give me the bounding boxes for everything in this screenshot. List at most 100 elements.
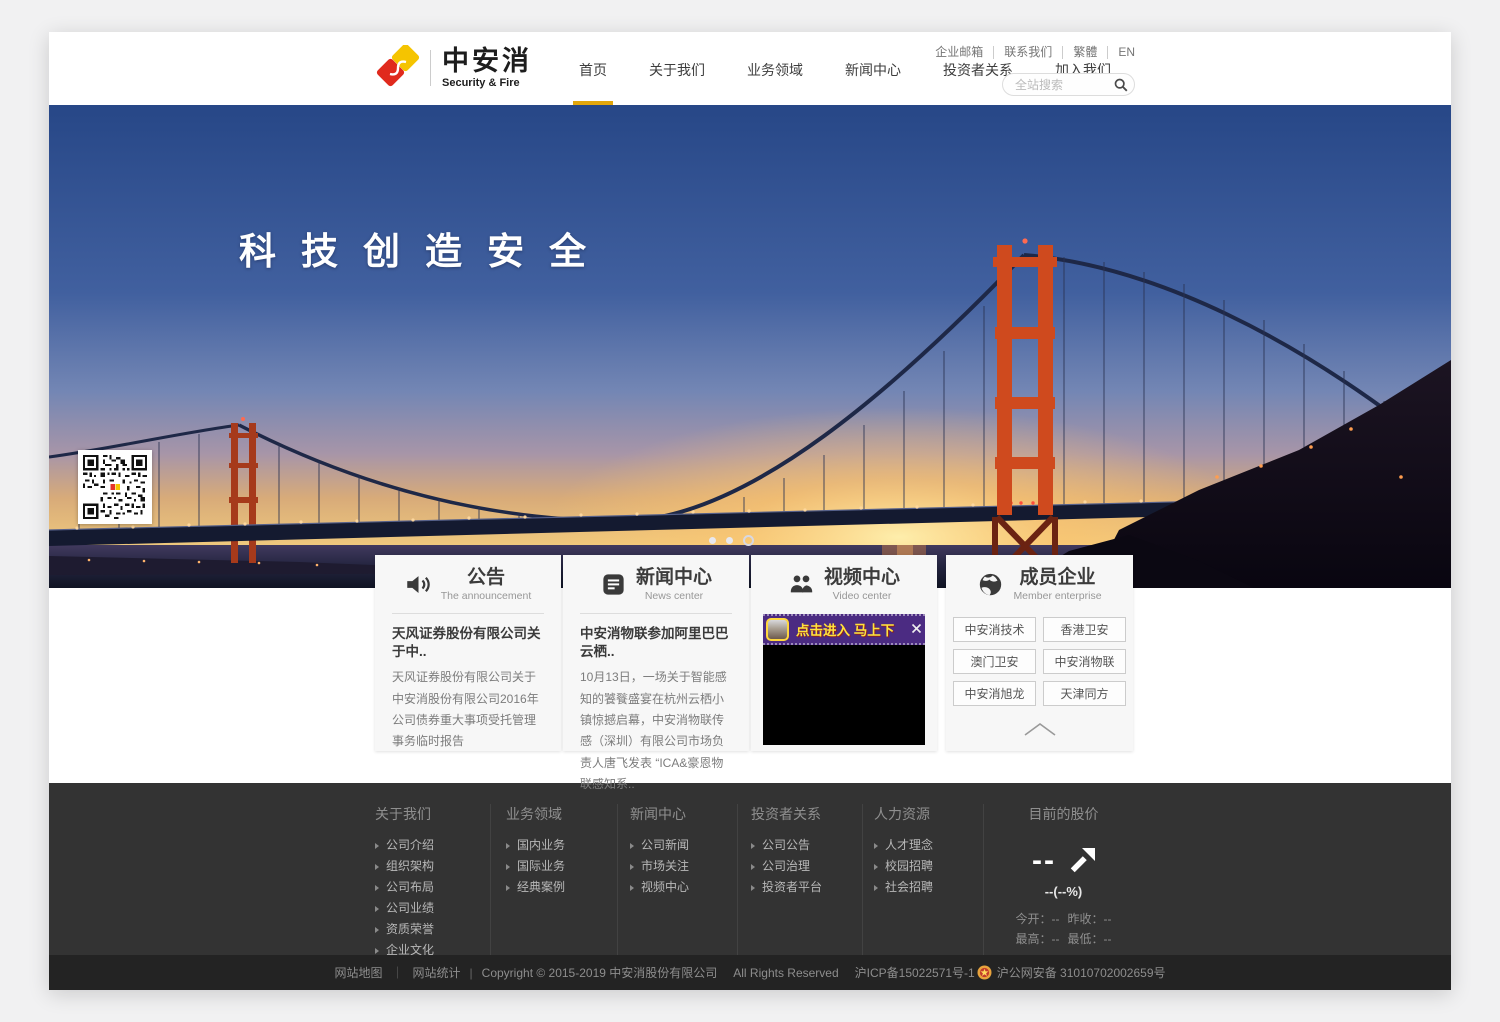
footer-link[interactable]: 经典案例 <box>506 877 617 898</box>
arrow-bullet-icon <box>874 843 878 849</box>
globe-icon <box>977 571 1004 598</box>
link-contact-us[interactable]: 联系我们 <box>994 46 1063 59</box>
arrow-bullet-icon <box>506 864 510 870</box>
stock-open: 今开：-- <box>1016 912 1060 926</box>
footer-link[interactable]: 校园招聘 <box>874 856 983 877</box>
search-input[interactable] <box>1003 78 1108 92</box>
footer-link[interactable]: 公司布局 <box>375 877 490 898</box>
member-company-button[interactable]: 香港卫安 <box>1043 617 1126 642</box>
carousel-dot-1[interactable] <box>709 537 716 544</box>
stock-price: -- <box>1032 846 1056 876</box>
arrow-bullet-icon <box>506 843 510 849</box>
site-stats-link[interactable]: 网站统计 <box>413 964 461 981</box>
member-company-button[interactable]: 天津同方 <box>1043 681 1126 706</box>
news-headline[interactable]: 中安消物联参加阿里巴巴云栖.. <box>580 625 732 661</box>
arrow-bullet-icon <box>375 843 379 849</box>
footer-link[interactable]: 企业文化 <box>375 940 490 955</box>
brand-tagline: Security & Fire <box>442 77 532 89</box>
arrow-bullet-icon <box>375 948 379 954</box>
chevron-up-icon[interactable] <box>1022 721 1058 737</box>
footer-link[interactable]: 公司新闻 <box>630 835 737 856</box>
stock-high: 最高：-- <box>1016 932 1060 946</box>
ad-text: 点击进入 马上下 <box>796 619 894 639</box>
brand-divider <box>430 50 431 86</box>
nav-item-news[interactable]: 新闻中心 <box>839 32 907 105</box>
member-company-button[interactable]: 中安消旭龙 <box>953 681 1036 706</box>
stock-change: --(--%) <box>984 884 1143 899</box>
news-title: 新闻中心 <box>636 568 712 589</box>
footer-link[interactable]: 组织架构 <box>375 856 490 877</box>
nav-item-business[interactable]: 业务领域 <box>741 32 809 105</box>
site-search <box>1002 73 1135 96</box>
footer-col-business: 业务领域 国内业务 国际业务 经典案例 <box>490 804 617 955</box>
news-icon <box>600 571 627 598</box>
brand-logo[interactable]: 中安消 Security & Fire <box>375 45 532 91</box>
members-card: 成员企业 Member enterprise 中安消技术 香港卫安 澳门卫安 中… <box>946 555 1133 751</box>
arrow-bullet-icon <box>874 864 878 870</box>
footer-link[interactable]: 公司业绩 <box>375 898 490 919</box>
police-registration-link[interactable]: 沪公网安备 31010702002659号 <box>997 964 1166 981</box>
icp-license-link[interactable]: 沪ICP备15022571号-1 <box>855 964 975 981</box>
police-badge-icon <box>977 965 992 980</box>
footer-link[interactable]: 市场关注 <box>630 856 737 877</box>
stock-title: 目前的股价 <box>984 804 1143 824</box>
footer-link[interactable]: 视频中心 <box>630 877 737 898</box>
footer-link[interactable]: 公司介绍 <box>375 835 490 856</box>
brand-logo-icon <box>375 45 421 91</box>
footer-col-title[interactable]: 关于我们 <box>375 804 490 824</box>
stock-low: 最低：-- <box>1068 932 1112 946</box>
footer-link[interactable]: 公司治理 <box>751 856 862 877</box>
member-company-button[interactable]: 中安消技术 <box>953 617 1036 642</box>
site-map-link[interactable]: 网站地图 <box>335 964 383 981</box>
footer-stock-section: 目前的股价 -- --(--%) 今开：-- 昨收：-- 最高：-- 最低：-- <box>983 804 1143 955</box>
separator: | <box>461 966 482 980</box>
footer-link[interactable]: 国内业务 <box>506 835 617 856</box>
link-corporate-mail[interactable]: 企业邮箱 <box>925 46 994 59</box>
utility-links: 企业邮箱 联系我们 繁體 EN <box>925 46 1135 59</box>
arrow-bullet-icon <box>375 927 379 933</box>
announcement-card: 公告 The announcement 天风证券股份有限公司关于中.. 天风证券… <box>375 555 561 751</box>
search-icon[interactable] <box>1108 74 1134 95</box>
nav-item-home[interactable]: 首页 <box>573 32 613 105</box>
arrow-bullet-icon <box>375 864 379 870</box>
video-title: 视频中心 <box>824 568 900 589</box>
footer-link[interactable]: 投资者平台 <box>751 877 862 898</box>
footer-col-about: 关于我们 公司介绍 组织架构 公司布局 公司业绩 资质荣誉 企业文化 <box>375 804 490 955</box>
carousel-dot-2[interactable] <box>726 537 733 544</box>
stock-prev-close: 昨收：-- <box>1068 912 1112 926</box>
footer-link[interactable]: 资质荣誉 <box>375 919 490 940</box>
member-company-button[interactable]: 澳门卫安 <box>953 649 1036 674</box>
ad-close-icon[interactable] <box>911 623 922 634</box>
member-company-button[interactable]: 中安消物联 <box>1043 649 1126 674</box>
stock-up-arrow-icon <box>1069 848 1095 874</box>
arrow-bullet-icon <box>751 885 755 891</box>
footer-col-title[interactable]: 投资者关系 <box>751 804 862 824</box>
people-icon <box>788 571 815 598</box>
footer-col-title[interactable]: 人力资源 <box>874 804 983 824</box>
video-thumbnail[interactable]: 点击进入 马上下 <box>763 614 925 745</box>
link-english[interactable]: EN <box>1108 46 1135 59</box>
bottom-bar: 网站地图 ｜ 网站统计 | Copyright © 2015-2019 中安消股… <box>49 955 1451 990</box>
footer-col-title[interactable]: 业务领域 <box>506 804 617 824</box>
qr-code <box>78 450 152 524</box>
nav-item-about[interactable]: 关于我们 <box>643 32 711 105</box>
footer: 关于我们 公司介绍 组织架构 公司布局 公司业绩 资质荣誉 企业文化 业务领域 … <box>49 783 1451 955</box>
announcement-headline[interactable]: 天风证券股份有限公司关于中.. <box>392 625 544 661</box>
arrow-bullet-icon <box>751 864 755 870</box>
footer-link[interactable]: 公司公告 <box>751 835 862 856</box>
announcement-body: 天风证券股份有限公司关于中安消股份有限公司2016年公司债券重大事项受托管理事务… <box>392 667 544 752</box>
arrow-bullet-icon <box>874 885 878 891</box>
copyright-text: Copyright © 2015-2019 中安消股份有限公司 <box>482 964 718 981</box>
footer-col-title[interactable]: 新闻中心 <box>630 804 737 824</box>
arrow-bullet-icon <box>630 864 634 870</box>
carousel-dot-3-active[interactable] <box>743 535 754 546</box>
arrow-bullet-icon <box>630 843 634 849</box>
news-card: 新闻中心 News center 中安消物联参加阿里巴巴云栖.. 10月13日，… <box>563 555 749 751</box>
footer-link[interactable]: 人才理念 <box>874 835 983 856</box>
brand-name: 中安消 <box>442 47 532 75</box>
link-traditional-chinese[interactable]: 繁體 <box>1063 46 1108 59</box>
arrow-bullet-icon <box>375 906 379 912</box>
footer-link[interactable]: 社会招聘 <box>874 877 983 898</box>
feature-cards: 公告 The announcement 天风证券股份有限公司关于中.. 天风证券… <box>375 555 1133 751</box>
footer-link[interactable]: 国际业务 <box>506 856 617 877</box>
